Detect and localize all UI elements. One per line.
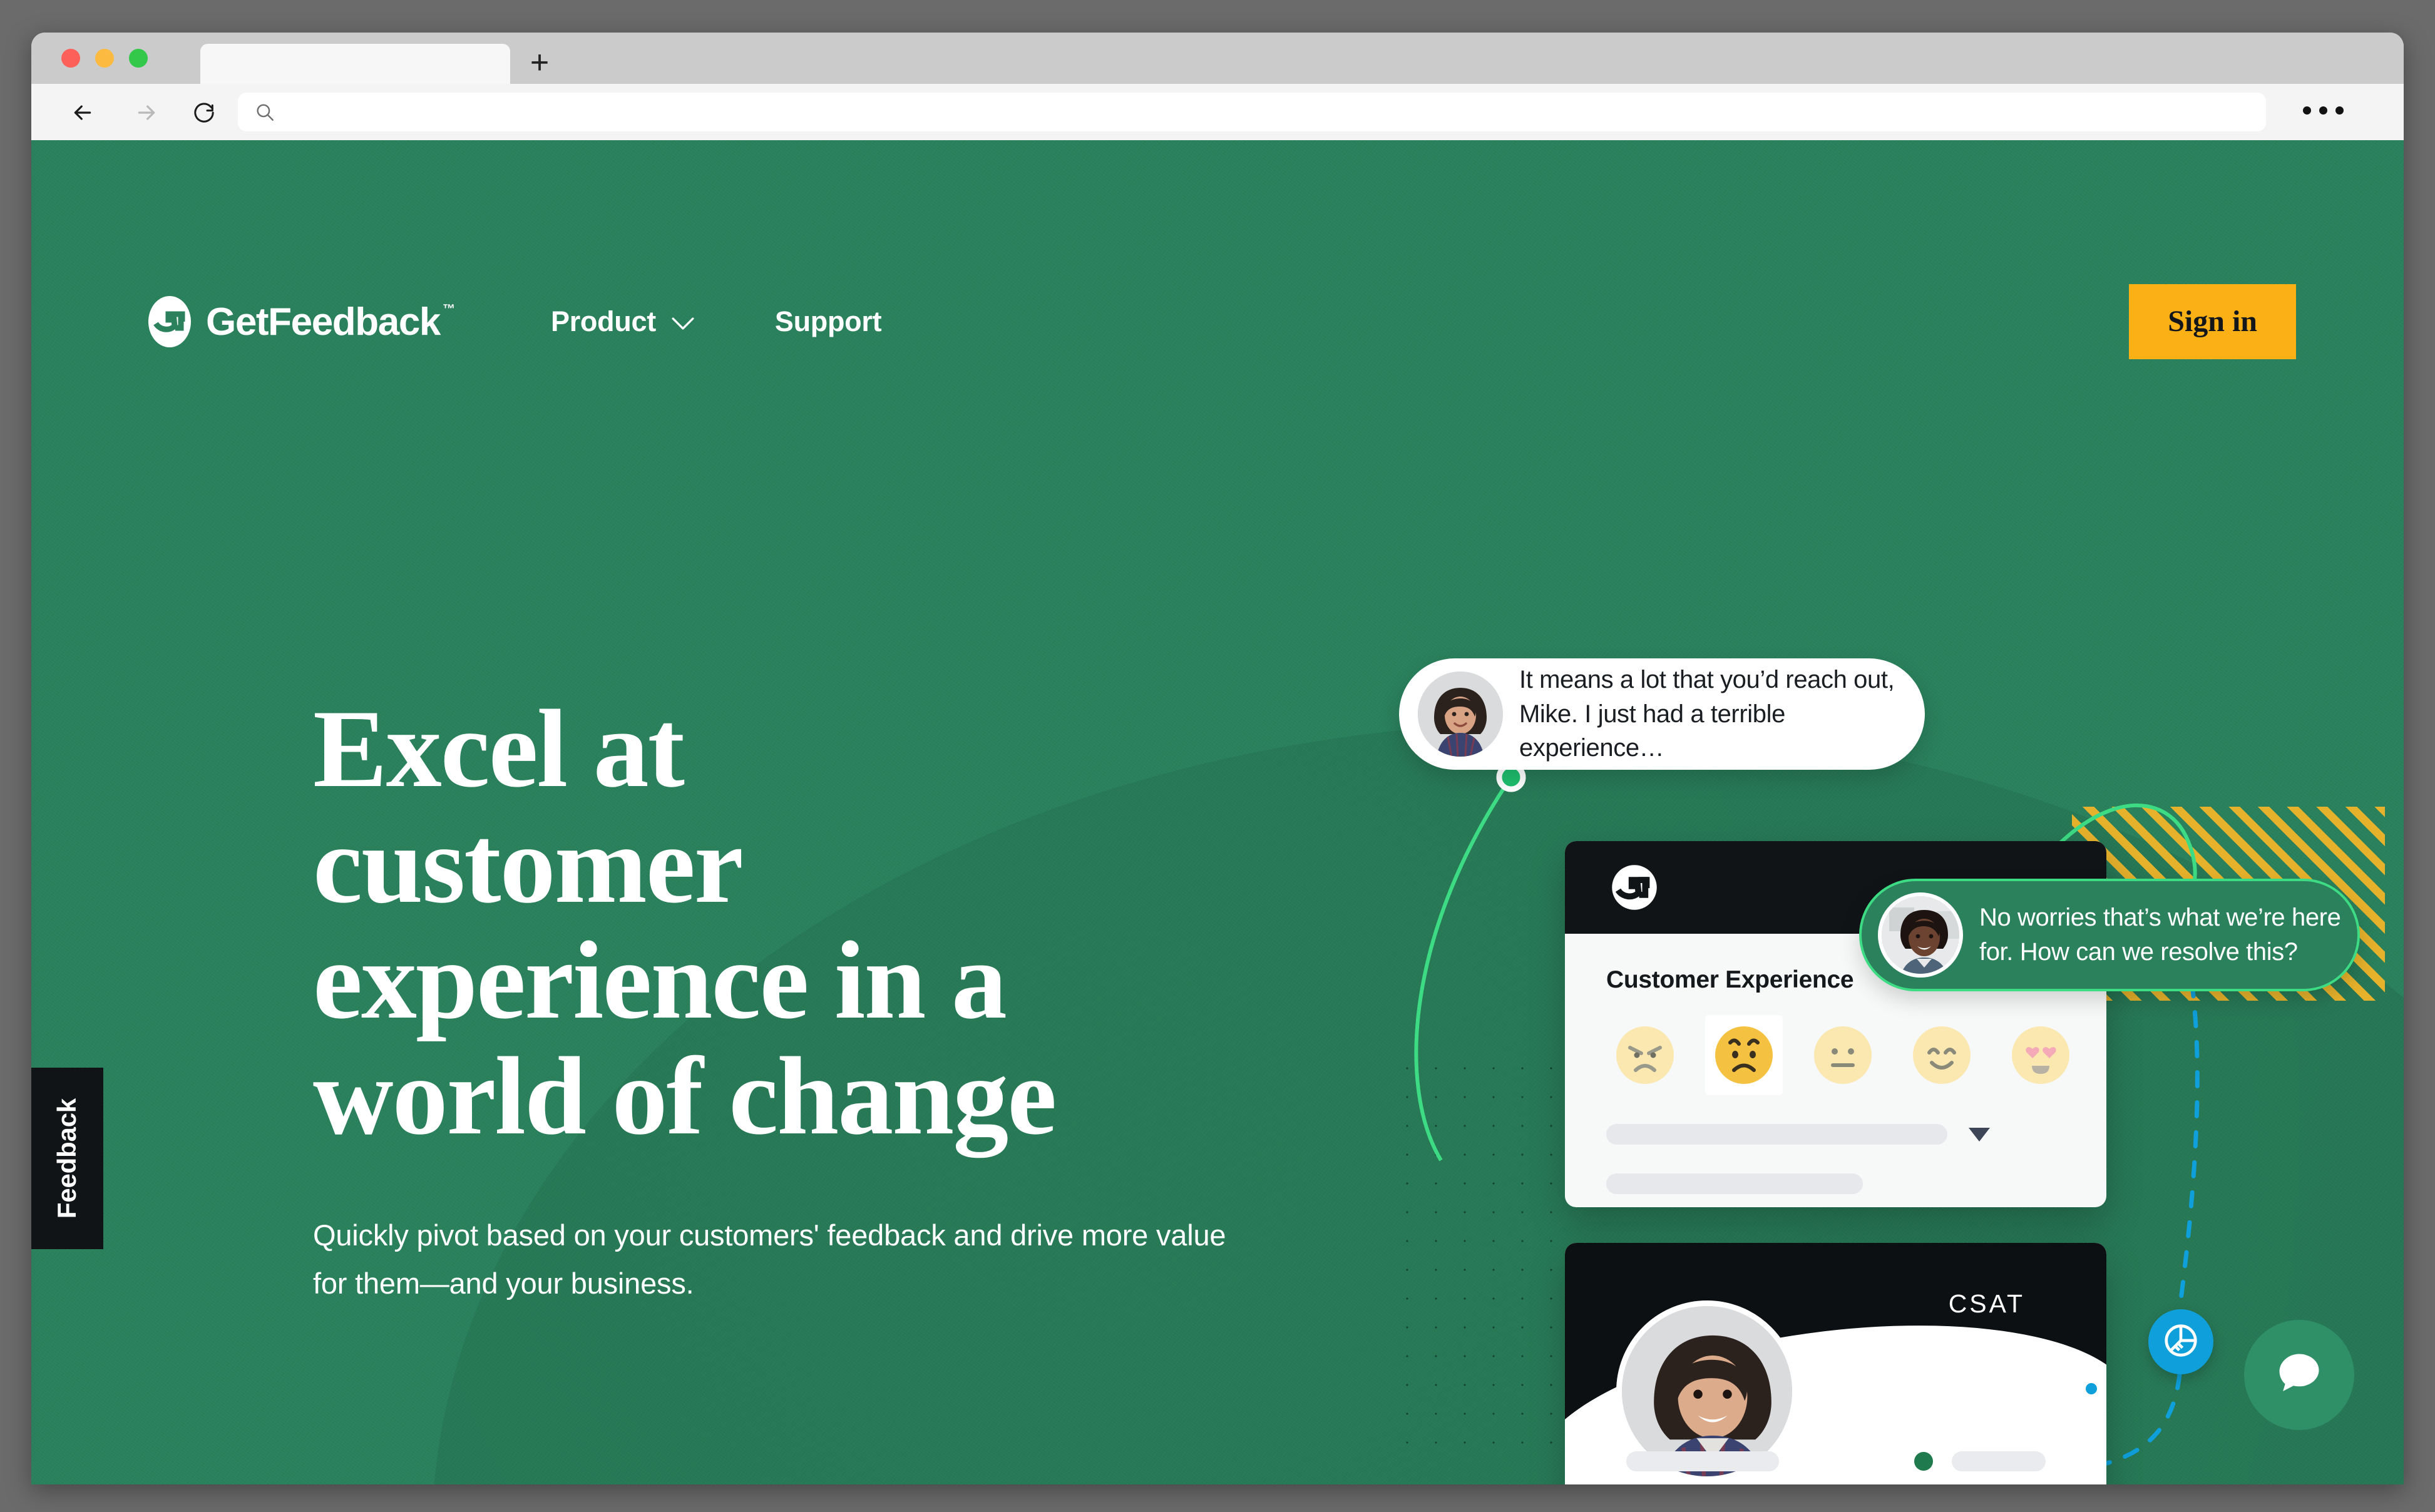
feedback-side-tab[interactable]: Feedback xyxy=(31,1068,103,1249)
browser-toolbar xyxy=(31,84,2404,141)
site-header: GetFeedback ™ Product Support Sign in xyxy=(31,140,2404,359)
chat-bubble-icon xyxy=(2273,1347,2325,1403)
page-viewport: GetFeedback ™ Product Support Sign in Ex… xyxy=(31,140,2404,1484)
browser-tab[interactable] xyxy=(200,44,510,84)
rating-option-neutral[interactable] xyxy=(1804,1015,1882,1095)
close-window-button[interactable] xyxy=(61,49,80,68)
feedback-side-tab-label: Feedback xyxy=(52,1098,82,1219)
reload-arrow-icon[interactable] xyxy=(192,100,217,125)
rating-option-angry[interactable] xyxy=(1606,1015,1684,1095)
sign-in-button[interactable]: Sign in xyxy=(2129,284,2296,359)
path-node-dot xyxy=(2082,1379,2101,1398)
forward-arrow-icon xyxy=(134,100,159,125)
browser-window: + GetFeedback ™ Product Support Sign in … xyxy=(31,33,2404,1484)
analytics-fab-button[interactable] xyxy=(2148,1309,2213,1374)
search-icon xyxy=(254,101,275,126)
hero-illustration: Customer Experience It means a lot that … xyxy=(1371,635,2391,1484)
woman-avatar xyxy=(1418,672,1503,757)
chat-bubble-customer: It means a lot that you’d reach out, Mik… xyxy=(1399,658,1925,770)
nav-item-product[interactable]: Product xyxy=(551,305,695,338)
csat-metric-label: CSAT xyxy=(1948,1289,2025,1318)
rating-option-happy[interactable] xyxy=(1903,1015,1981,1095)
man-avatar xyxy=(1878,892,1963,978)
csat-card: CSAT 4.2 xyxy=(1565,1243,2106,1484)
page-title: Excel at customer experience in a world … xyxy=(313,690,1289,1154)
chat-fab-button[interactable] xyxy=(2244,1320,2354,1430)
brand-name: GetFeedback xyxy=(206,300,441,344)
rating-option-heart-eyes[interactable] xyxy=(2002,1015,2079,1095)
headline-line-2: customer xyxy=(313,802,744,927)
back-arrow-icon[interactable] xyxy=(70,100,95,125)
answer-placeholder-bar[interactable] xyxy=(1606,1173,1863,1194)
trademark-symbol: ™ xyxy=(442,302,455,316)
placeholder-bar xyxy=(1626,1451,1779,1471)
url-bar[interactable] xyxy=(238,93,2266,131)
headline-line-1: Excel at xyxy=(313,687,685,810)
csat-card-placeholder-rows xyxy=(1626,1451,2053,1484)
nav-item-support-label: Support xyxy=(774,305,882,337)
sad-face-icon xyxy=(1715,1026,1773,1084)
happy-face-icon xyxy=(1913,1026,1971,1084)
main-navigation: Product Support xyxy=(551,305,882,338)
survey-answer-field-row-2 xyxy=(1606,1173,2065,1194)
nav-item-support[interactable]: Support xyxy=(774,305,882,338)
rating-option-sad[interactable] xyxy=(1705,1015,1783,1095)
chat-bubble-agent-text: No worries that’s what we’re here for. H… xyxy=(1979,904,2341,966)
headline-line-4: world of change xyxy=(313,1034,1057,1158)
answer-placeholder-bar[interactable] xyxy=(1606,1124,1947,1145)
browser-tabstrip: + xyxy=(31,33,2404,84)
emoji-rating-scale xyxy=(1606,1015,2069,1095)
browser-menu-button[interactable] xyxy=(2303,106,2344,115)
getfeedback-logo-icon xyxy=(1610,863,1659,912)
brand-logo[interactable]: GetFeedback ™ xyxy=(147,295,455,349)
status-dot-active xyxy=(1914,1452,1933,1471)
csat-row xyxy=(1626,1451,2053,1471)
brand-wordmark: GetFeedback ™ xyxy=(206,300,455,344)
hero-subcopy: Quickly pivot based on your customers' f… xyxy=(313,1218,1226,1300)
csat-metric-value: 4.2 xyxy=(1944,1324,2038,1401)
new-tab-button[interactable]: + xyxy=(526,46,553,79)
angry-face-icon xyxy=(1616,1026,1674,1084)
heart-eyes-face-icon xyxy=(2012,1026,2069,1084)
chat-bubble-agent: No worries that’s what we’re here for. H… xyxy=(1859,879,2360,991)
chat-bubble-customer-text: It means a lot that you’d reach out, Mik… xyxy=(1519,665,1895,762)
neutral-face-icon xyxy=(1814,1026,1872,1084)
hero-section: Excel at customer experience in a world … xyxy=(313,690,1289,1307)
pie-chart-icon xyxy=(2161,1321,2200,1363)
nav-item-product-label: Product xyxy=(551,305,656,337)
placeholder-bar xyxy=(1952,1451,2046,1471)
headline-line-3: experience in a xyxy=(313,918,1007,1043)
window-traffic-lights xyxy=(61,49,148,68)
chevron-down-icon xyxy=(671,305,695,338)
maximize-window-button[interactable] xyxy=(129,49,148,68)
getfeedback-logo-icon xyxy=(147,295,192,349)
minimize-window-button[interactable] xyxy=(95,49,114,68)
caret-down-icon[interactable] xyxy=(1969,1127,1990,1142)
survey-answer-field-row xyxy=(1606,1124,2065,1145)
